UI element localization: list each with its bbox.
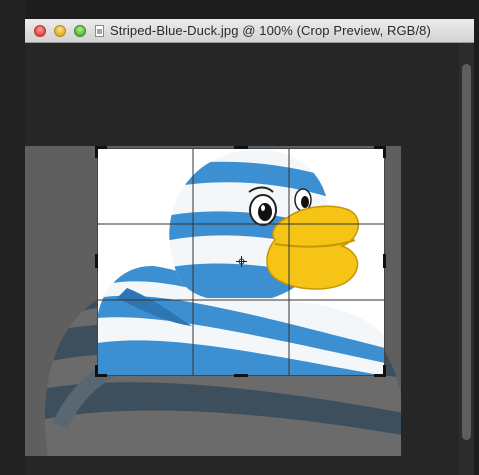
- minimize-button[interactable]: [54, 25, 66, 37]
- crop-handle-bottom-right-v[interactable]: [383, 365, 386, 377]
- crop-handle-middle-right[interactable]: [383, 254, 386, 268]
- close-button[interactable]: [34, 25, 46, 37]
- desktop-right-strip: [474, 0, 479, 475]
- crop-handle-middle-left[interactable]: [95, 254, 98, 268]
- crop-center-crosshair-icon: [236, 256, 247, 267]
- crop-handle-top-center[interactable]: [234, 146, 248, 149]
- crop-handle-top-right-v[interactable]: [383, 146, 386, 158]
- crop-handle-top-left-v[interactable]: [95, 146, 98, 158]
- vertical-scrollbar[interactable]: [459, 43, 474, 475]
- window-title: Striped-Blue-Duck.jpg @ 100% (Crop Previ…: [110, 23, 431, 38]
- crop-handle-bottom-left-v[interactable]: [95, 365, 98, 377]
- crop-handle-bottom-center[interactable]: [234, 374, 248, 377]
- vertical-scroll-thumb[interactable]: [462, 64, 471, 440]
- zoom-button[interactable]: [74, 25, 86, 37]
- title-bar[interactable]: Striped-Blue-Duck.jpg @ 100% (Crop Previ…: [25, 19, 474, 43]
- document-proxy-icon[interactable]: [95, 25, 104, 37]
